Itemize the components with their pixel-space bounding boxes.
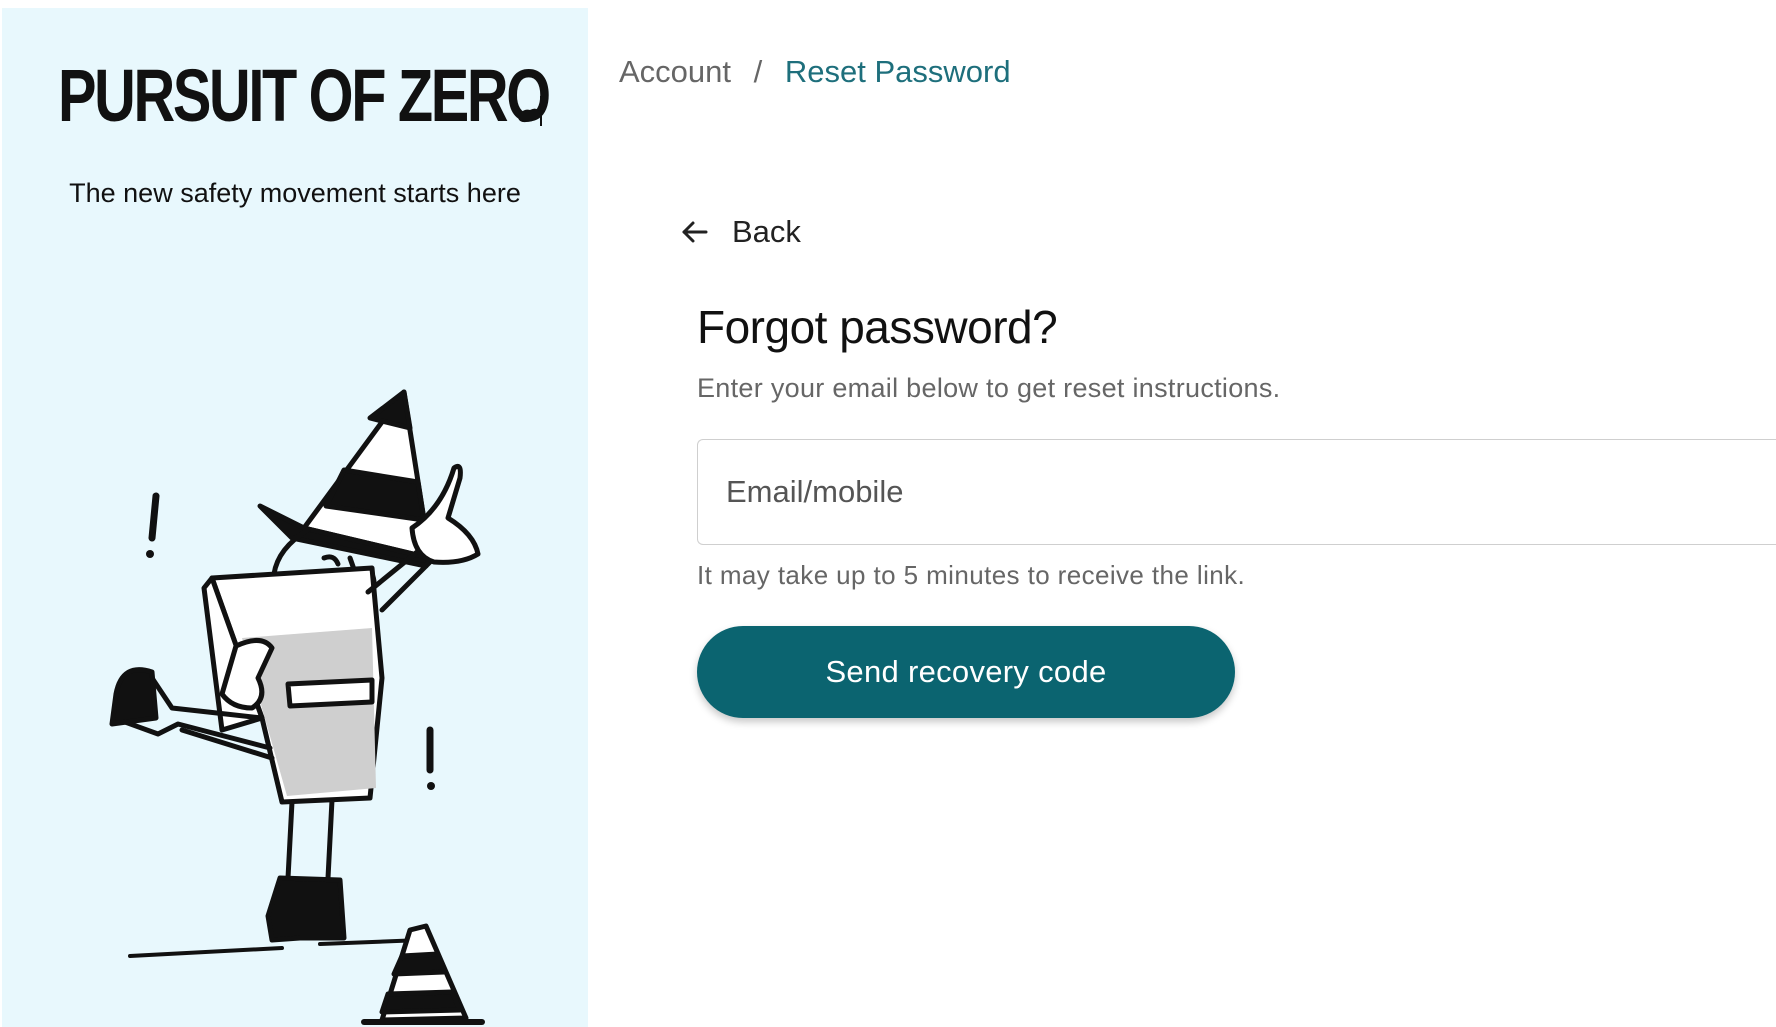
brand-tagline: The new safety movement starts here <box>69 178 521 208</box>
breadcrumb-separator: / <box>753 54 763 89</box>
arrow-left-icon <box>682 221 708 243</box>
logo-brush-mark-icon <box>518 96 542 126</box>
brand-logo: PURSUIT OF ZERO <box>58 54 551 137</box>
safety-cone-character-illustration <box>109 389 485 1025</box>
email-mobile-input[interactable] <box>697 439 1776 545</box>
page-title: Forgot password? <box>697 301 1058 353</box>
reset-password-page: PURSUIT OF ZERO The new safety movement … <box>0 0 1776 1027</box>
breadcrumb: Account / Reset Password <box>619 52 1011 92</box>
breadcrumb-current-page: Reset Password <box>784 54 1011 89</box>
page-subtitle: Enter your email below to get reset inst… <box>697 373 1281 403</box>
send-recovery-code-button[interactable]: Send recovery code <box>697 626 1235 718</box>
breadcrumb-account-link[interactable]: Account <box>619 54 731 89</box>
brand-panel: PURSUIT OF ZERO The new safety movement … <box>2 8 588 1027</box>
back-button[interactable]: Back <box>678 210 801 254</box>
back-label: Back <box>732 214 801 249</box>
delivery-time-hint: It may take up to 5 minutes to receive t… <box>697 560 1246 590</box>
